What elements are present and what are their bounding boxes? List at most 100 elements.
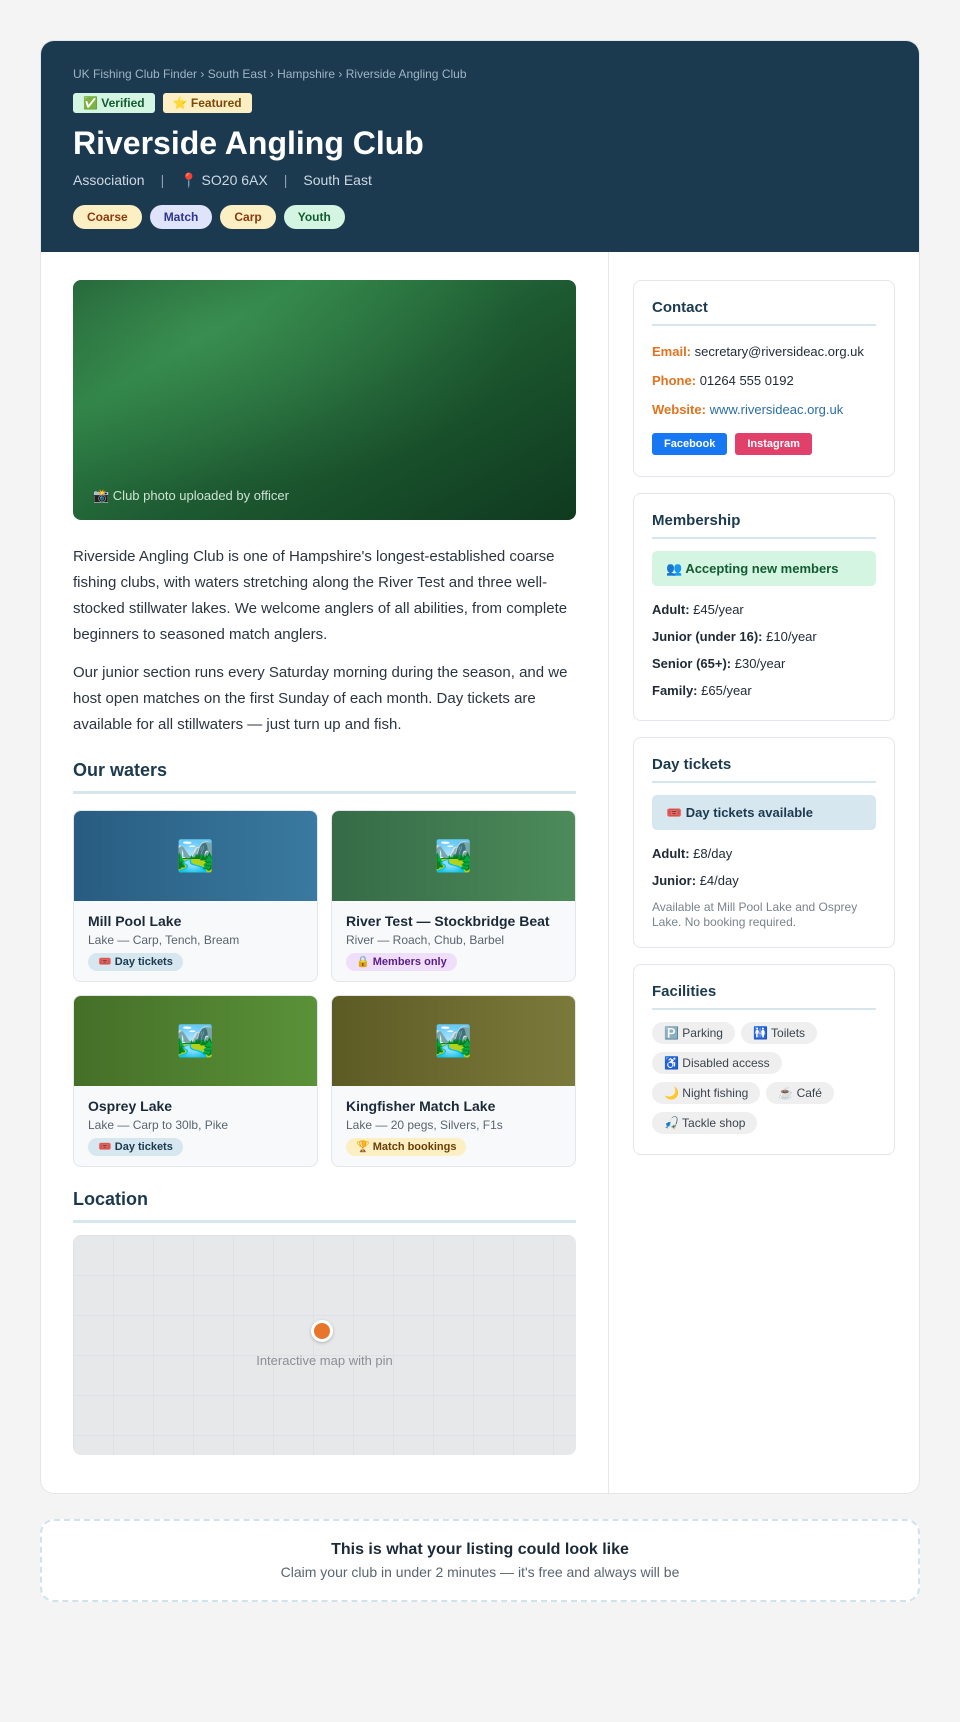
meta-divider: |	[160, 172, 165, 188]
membership-status: 👥 Accepting new members	[652, 551, 876, 586]
social-links: Facebook Instagram	[652, 433, 876, 455]
landscape-icon: 🏞️	[74, 996, 317, 1086]
price-value: £45/year	[693, 602, 744, 617]
water-details: Lake — Carp, Tench, Bream	[88, 933, 240, 947]
contact-email-row: Email: secretary@riversideac.org.uk	[652, 344, 876, 359]
facility-parking: 🅿️ Parking	[652, 1022, 735, 1044]
photo-caption: 📸 Club photo uploaded by officer	[93, 488, 289, 503]
contact-panel: Contact Email: secretary@riversideac.org…	[633, 280, 895, 477]
map-label: Interactive map with pin	[256, 1353, 393, 1368]
price-label: Senior (65+):	[652, 656, 732, 671]
membership-heading: Membership	[652, 512, 876, 539]
featured-badge: ⭐ Featured	[162, 93, 252, 113]
price-row: Junior: £4/day	[652, 873, 876, 888]
breadcrumb[interactable]: UK Fishing Club Finder › South East › Ha…	[73, 67, 887, 81]
club-type: Association	[73, 172, 145, 188]
phone-value[interactable]: 01264 555 0192	[700, 373, 794, 388]
tag-coarse[interactable]: Coarse	[73, 205, 142, 229]
club-photo: 📸 Club photo uploaded by officer	[73, 280, 576, 520]
water-access-tag: 🏆 Match bookings	[346, 1138, 467, 1156]
facility-night-fishing: 🌙 Night fishing	[652, 1082, 761, 1104]
facility-disabled-access: ♿ Disabled access	[652, 1052, 782, 1074]
facilities-panel: Facilities 🅿️ Parking 🚻 Toilets ♿ Disabl…	[633, 964, 895, 1155]
price-label: Junior:	[652, 873, 697, 888]
email-label: Email:	[652, 344, 692, 359]
water-details: River — Roach, Chub, Barbel	[346, 933, 505, 947]
day-tickets-note: Available at Mill Pool Lake and Osprey L…	[652, 900, 858, 929]
landscape-icon: 🏞️	[74, 811, 317, 901]
club-listing-card: UK Fishing Club Finder › South East › Ha…	[40, 40, 920, 1494]
map-pin-icon[interactable]	[311, 1320, 333, 1342]
water-card[interactable]: 🏞️ River Test — Stockbridge Beat River —…	[331, 810, 576, 982]
price-value: £65/year	[701, 683, 752, 698]
price-row: Senior (65+): £30/year	[652, 656, 876, 671]
website-label: Website:	[652, 402, 706, 417]
price-value: £4/day	[699, 873, 739, 888]
meta-divider: |	[283, 172, 288, 188]
claim-listing-banner[interactable]: This is what your listing could look lik…	[40, 1519, 920, 1602]
discipline-tags: Coarse Match Carp Youth	[73, 205, 887, 229]
water-access-tag: 🎟️ Day tickets	[88, 1138, 183, 1156]
water-name: Osprey Lake	[88, 1098, 173, 1114]
water-name: Kingfisher Match Lake	[346, 1098, 496, 1114]
waters-heading: Our waters	[73, 760, 576, 794]
landscape-icon: 🏞️	[332, 996, 575, 1086]
contact-website-row: Website: www.riversideac.org.uk	[652, 402, 876, 417]
location-heading: Location	[73, 1189, 576, 1223]
phone-label: Phone:	[652, 373, 697, 388]
description-paragraph: Our junior section runs every Saturday m…	[73, 664, 568, 733]
facility-toilets: 🚻 Toilets	[740, 1022, 818, 1044]
water-access-tag: 🎟️ Day tickets	[88, 953, 183, 971]
price-row: Adult: £8/day	[652, 846, 876, 861]
club-postcode: 📍 SO20 6AX	[180, 171, 268, 188]
contact-phone-row: Phone: 01264 555 0192	[652, 373, 876, 388]
price-label: Adult:	[652, 846, 690, 861]
membership-panel: Membership 👥 Accepting new members Adult…	[633, 493, 895, 721]
sidebar: Contact Email: secretary@riversideac.org…	[609, 252, 919, 1493]
water-name: River Test — Stockbridge Beat	[346, 913, 550, 929]
water-details: Lake — 20 pegs, Silvers, F1s	[346, 1118, 503, 1132]
waters-grid: 🏞️ Mill Pool Lake Lake — Carp, Tench, Br…	[73, 810, 576, 1167]
tag-carp[interactable]: Carp	[220, 205, 276, 229]
facebook-button[interactable]: Facebook	[652, 433, 728, 455]
price-label: Family:	[652, 683, 698, 698]
price-label: Adult:	[652, 602, 690, 617]
price-value: £30/year	[734, 656, 786, 671]
main-column: 📸 Club photo uploaded by officer Riversi…	[41, 252, 609, 1493]
email-value[interactable]: secretary@riversideac.org.uk	[695, 344, 864, 359]
claim-title: This is what your listing could look lik…	[331, 1541, 629, 1558]
landscape-icon: 🏞️	[332, 811, 575, 901]
price-row: Family: £65/year	[652, 683, 876, 698]
listing-body: 📸 Club photo uploaded by officer Riversi…	[41, 252, 919, 1493]
price-label: Junior (under 16):	[652, 629, 763, 644]
price-value: £8/day	[693, 846, 733, 861]
water-card[interactable]: 🏞️ Kingfisher Match Lake Lake — 20 pegs,…	[331, 995, 576, 1167]
price-value: £10/year	[766, 629, 817, 644]
facility-tackle-shop: 🎣 Tackle shop	[652, 1112, 758, 1134]
tag-match[interactable]: Match	[149, 205, 213, 229]
water-name: Mill Pool Lake	[88, 913, 182, 929]
facility-cafe: ☕ Café	[766, 1082, 834, 1104]
water-details: Lake — Carp to 30lb, Pike	[88, 1118, 229, 1132]
website-link[interactable]: www.riversideac.org.uk	[710, 402, 844, 417]
hero-header: UK Fishing Club Finder › South East › Ha…	[41, 41, 919, 252]
tag-youth[interactable]: Youth	[283, 205, 345, 229]
club-meta: Association | 📍 SO20 6AX | South East	[73, 169, 887, 191]
contact-heading: Contact	[652, 299, 876, 326]
badge-row: ✅ Verified ⭐ Featured	[73, 93, 887, 113]
club-description: Riverside Angling Club is one of Hampshi…	[73, 544, 576, 738]
description-paragraph: Riverside Angling Club is one of Hampshi…	[73, 548, 568, 643]
price-row: Junior (under 16): £10/year	[652, 629, 876, 644]
verified-badge: ✅ Verified	[73, 93, 155, 113]
day-tickets-heading: Day tickets	[652, 756, 876, 783]
facilities-heading: Facilities	[652, 983, 876, 1010]
water-card[interactable]: 🏞️ Mill Pool Lake Lake — Carp, Tench, Br…	[73, 810, 318, 982]
day-tickets-panel: Day tickets 🎟️ Day tickets available Adu…	[633, 737, 895, 948]
location-map[interactable]: Interactive map with pin	[73, 1235, 576, 1455]
facilities-list: 🅿️ Parking 🚻 Toilets ♿ Disabled access 🌙…	[652, 1022, 876, 1134]
water-card[interactable]: 🏞️ Osprey Lake Lake — Carp to 30lb, Pike…	[73, 995, 318, 1167]
water-access-tag: 🔒 Members only	[346, 953, 457, 971]
day-tickets-status: 🎟️ Day tickets available	[652, 795, 876, 830]
price-row: Adult: £45/year	[652, 602, 876, 617]
instagram-button[interactable]: Instagram	[735, 433, 812, 455]
